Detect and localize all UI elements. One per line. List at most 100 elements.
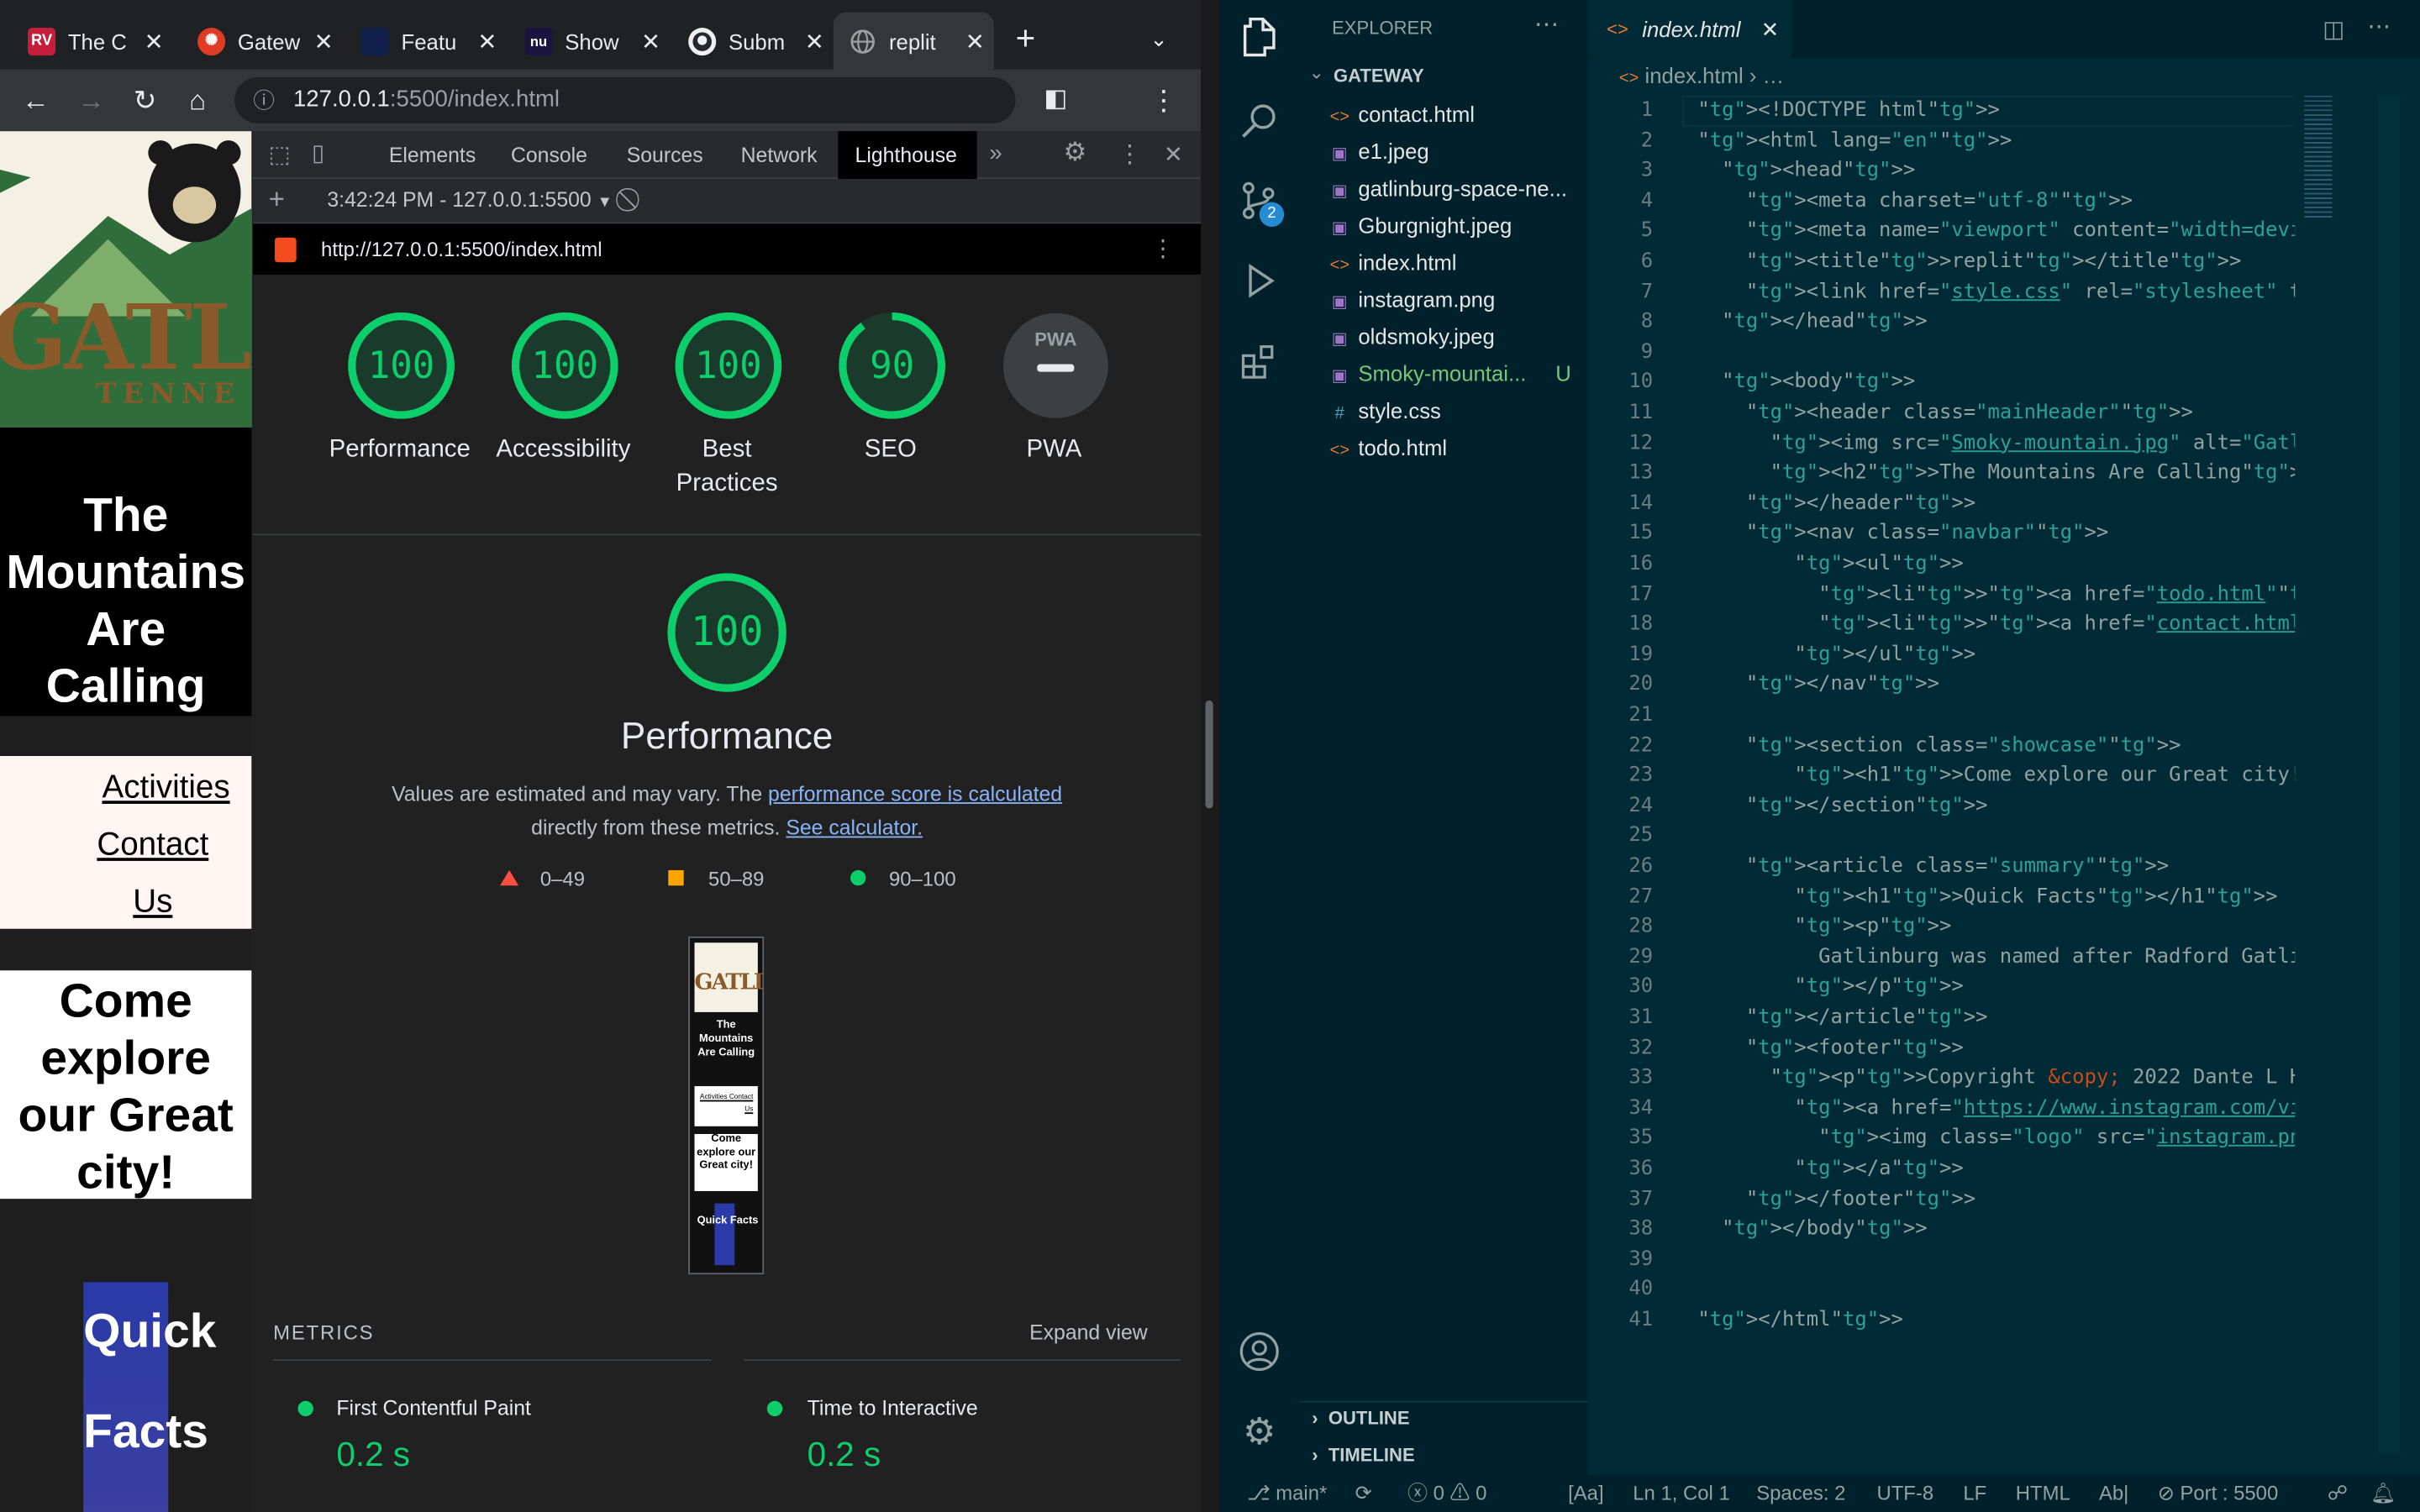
code-line: "tg"><body"tg">>	[1722, 370, 1916, 395]
close-tab-icon[interactable]: ✕	[805, 27, 824, 55]
feedback-icon[interactable]: ☍	[2328, 1475, 2348, 1512]
file-item[interactable]: <> index.html	[1328, 244, 1587, 281]
search-mode-status[interactable]: [Aa]	[1568, 1475, 1603, 1512]
editor-scrollbar[interactable]	[2378, 95, 2401, 1454]
eol-status[interactable]: LF	[1963, 1475, 1986, 1512]
editor-more-icon[interactable]: ⋯	[2368, 13, 2391, 40]
score-gauge-performance[interactable]: 100	[345, 310, 456, 421]
file-item[interactable]: ▣ instagram.png	[1328, 281, 1587, 318]
new-tab-icon[interactable]: +	[1016, 21, 1036, 55]
more-tabs-icon[interactable]: »	[989, 140, 1002, 166]
close-editor-icon[interactable]: ✕	[1761, 0, 1780, 59]
devtools-tab-sources[interactable]: Sources	[610, 131, 720, 179]
pwa-dash-icon	[1037, 364, 1075, 372]
line-number: 2	[1640, 129, 1654, 153]
browser-tab-1[interactable]: RV The C ✕	[13, 13, 173, 70]
encoding-status[interactable]: UTF-8	[1876, 1475, 1933, 1512]
code-editor[interactable]: 1 "tg"><!DOCTYPE html"tg">> 2 "tg"><html la…	[1588, 96, 2298, 1361]
explorer-files-icon[interactable]	[1238, 15, 1281, 58]
close-tab-icon[interactable]: ✕	[145, 27, 164, 55]
folder-header-gateway[interactable]: ⌄ GATEWAY	[1299, 58, 1588, 93]
search-icon[interactable]	[1238, 99, 1281, 142]
expand-view-button[interactable]: Expand view	[1029, 1320, 1148, 1344]
score-calculated-link[interactable]: performance score is calculated	[768, 782, 1062, 806]
nav-link-contact[interactable]: Contact Us	[76, 816, 230, 931]
gatlinburg-logo-image: GATLIN TENNE	[0, 131, 252, 428]
close-tab-icon[interactable]: ✕	[314, 27, 334, 55]
language-status[interactable]: HTML	[2016, 1475, 2070, 1512]
reload-icon[interactable]: ↻	[127, 81, 164, 118]
browser-tab-2[interactable]: ✺ Gatew ✕	[182, 13, 343, 70]
browser-tab-5[interactable]: Subm ✕	[673, 13, 834, 70]
report-select[interactable]: 3:42:24 PM - 127.0.0.1:5500 ▼	[327, 188, 612, 212]
file-item[interactable]: <> contact.html	[1328, 96, 1587, 133]
side-panel-icon[interactable]: ◧	[1037, 81, 1074, 118]
devtools-menu-icon[interactable]: ⋮	[1118, 139, 1142, 170]
manage-gear-icon[interactable]: ⚙	[1238, 1410, 1281, 1454]
devtools-tab-network[interactable]: Network	[723, 131, 834, 179]
file-item[interactable]: # style.css	[1328, 392, 1587, 429]
branch-status[interactable]: ⎇ main*	[1247, 1475, 1327, 1512]
file-item[interactable]: ▣ oldsmoky.jpeg	[1328, 318, 1587, 354]
extensions-icon[interactable]	[1238, 339, 1281, 382]
outline-section[interactable]: › OUTLINE	[1312, 1407, 1409, 1429]
settings-gear-icon[interactable]: ⚙	[1064, 137, 1087, 168]
browser-tab-6-active[interactable]: replit ✕	[833, 12, 994, 70]
explorer-more-icon[interactable]: ⋯	[1534, 9, 1559, 40]
split-editor-icon[interactable]: ◫	[2323, 15, 2344, 43]
notifications-bell-icon[interactable]: 🔔︎	[2370, 1475, 2396, 1512]
close-tab-icon[interactable]: ✕	[641, 27, 660, 55]
devtools-tab-console[interactable]: Console	[494, 131, 604, 179]
score-gauge-seo[interactable]: 90	[837, 310, 948, 421]
back-icon[interactable]: ←	[17, 81, 54, 118]
timeline-section[interactable]: › TIMELINE	[1312, 1444, 1414, 1466]
browser-menu-icon[interactable]: ⋮	[1145, 81, 1182, 118]
source-control-icon[interactable]: 2	[1238, 179, 1285, 227]
file-item[interactable]: ▣ e1.jpeg	[1328, 133, 1587, 170]
browser-tab-4[interactable]: nu Show ✕	[509, 13, 670, 70]
scm-badge: 2	[1259, 202, 1285, 227]
indentation-status[interactable]: Spaces: 2	[1756, 1475, 1845, 1512]
file-item[interactable]: <> todo.html	[1328, 429, 1587, 466]
score-gauge-best-practices[interactable]: 100	[673, 310, 784, 421]
pass-circle-icon	[850, 869, 866, 886]
editor-tab-index[interactable]: <> index.html ✕	[1588, 0, 1792, 59]
report-menu-icon[interactable]: ⋮	[1151, 223, 1175, 275]
inspect-element-icon[interactable]: ⬚	[269, 140, 291, 168]
tab-search-chevron-icon[interactable]: ⌄	[1150, 26, 1168, 52]
address-bar[interactable]: ⓘ 127.0.0.1:5500/index.html	[234, 76, 1016, 123]
code-line: "tg"><meta name="viewport" content="widt…	[1745, 219, 2298, 244]
cursor-position[interactable]: Ln 1, Col 1	[1633, 1475, 1729, 1512]
nav-link-activities[interactable]: Activities	[0, 759, 230, 816]
close-tab-icon[interactable]: ✕	[965, 27, 985, 55]
file-item[interactable]: ▣ gatlinburg-space-ne...	[1328, 170, 1587, 207]
accounts-icon[interactable]	[1238, 1330, 1281, 1373]
final-screenshot-thumbnail: GATLI The Mountains Are Calling Activiti…	[688, 936, 765, 1275]
code-line: "tg"><p"tg">>Copyright &copy; 2022 Dante…	[1770, 1066, 2298, 1090]
css-file-icon: #	[1334, 404, 1344, 423]
close-tab-icon[interactable]: ✕	[477, 27, 497, 55]
problems-status[interactable]: ⓧ 0 ⚠ 0	[1407, 1475, 1486, 1512]
devtools-tab-elements[interactable]: Elements	[372, 131, 493, 179]
new-report-icon[interactable]: +	[269, 184, 285, 217]
ab-icon[interactable]: Ab|	[2099, 1475, 2128, 1512]
sync-icon[interactable]: ⟳	[1355, 1475, 1372, 1512]
device-toolbar-icon[interactable]: ▯	[312, 139, 324, 166]
devtools-tab-lighthouse[interactable]: Lighthouse	[838, 131, 977, 180]
home-icon[interactable]: ⌂	[179, 81, 216, 118]
run-debug-icon[interactable]	[1238, 260, 1281, 302]
live-server-port[interactable]: ⊘ Port : 5500	[2158, 1475, 2278, 1512]
see-calculator-link[interactable]: See calculator.	[786, 816, 923, 840]
score-gauge-pwa[interactable]: PWA	[1000, 310, 1111, 421]
browser-tab-3[interactable]: Featu ✕	[345, 13, 506, 70]
img-file-icon: ▣	[1331, 367, 1348, 386]
file-item[interactable]: ▣ Smoky-mountai... U	[1328, 354, 1587, 391]
forward-icon[interactable]: →	[72, 81, 109, 118]
splitter-handle[interactable]	[1205, 700, 1213, 809]
minimap[interactable]	[2295, 95, 2379, 1454]
site-info-icon[interactable]: ⓘ	[253, 77, 275, 123]
close-devtools-icon[interactable]: ✕	[1164, 140, 1183, 168]
file-item[interactable]: ▣ Gburgnight.jpeg	[1328, 207, 1587, 244]
breadcrumb: <> index.html › …	[1618, 63, 1785, 88]
score-gauge-accessibility[interactable]: 100	[509, 310, 620, 421]
